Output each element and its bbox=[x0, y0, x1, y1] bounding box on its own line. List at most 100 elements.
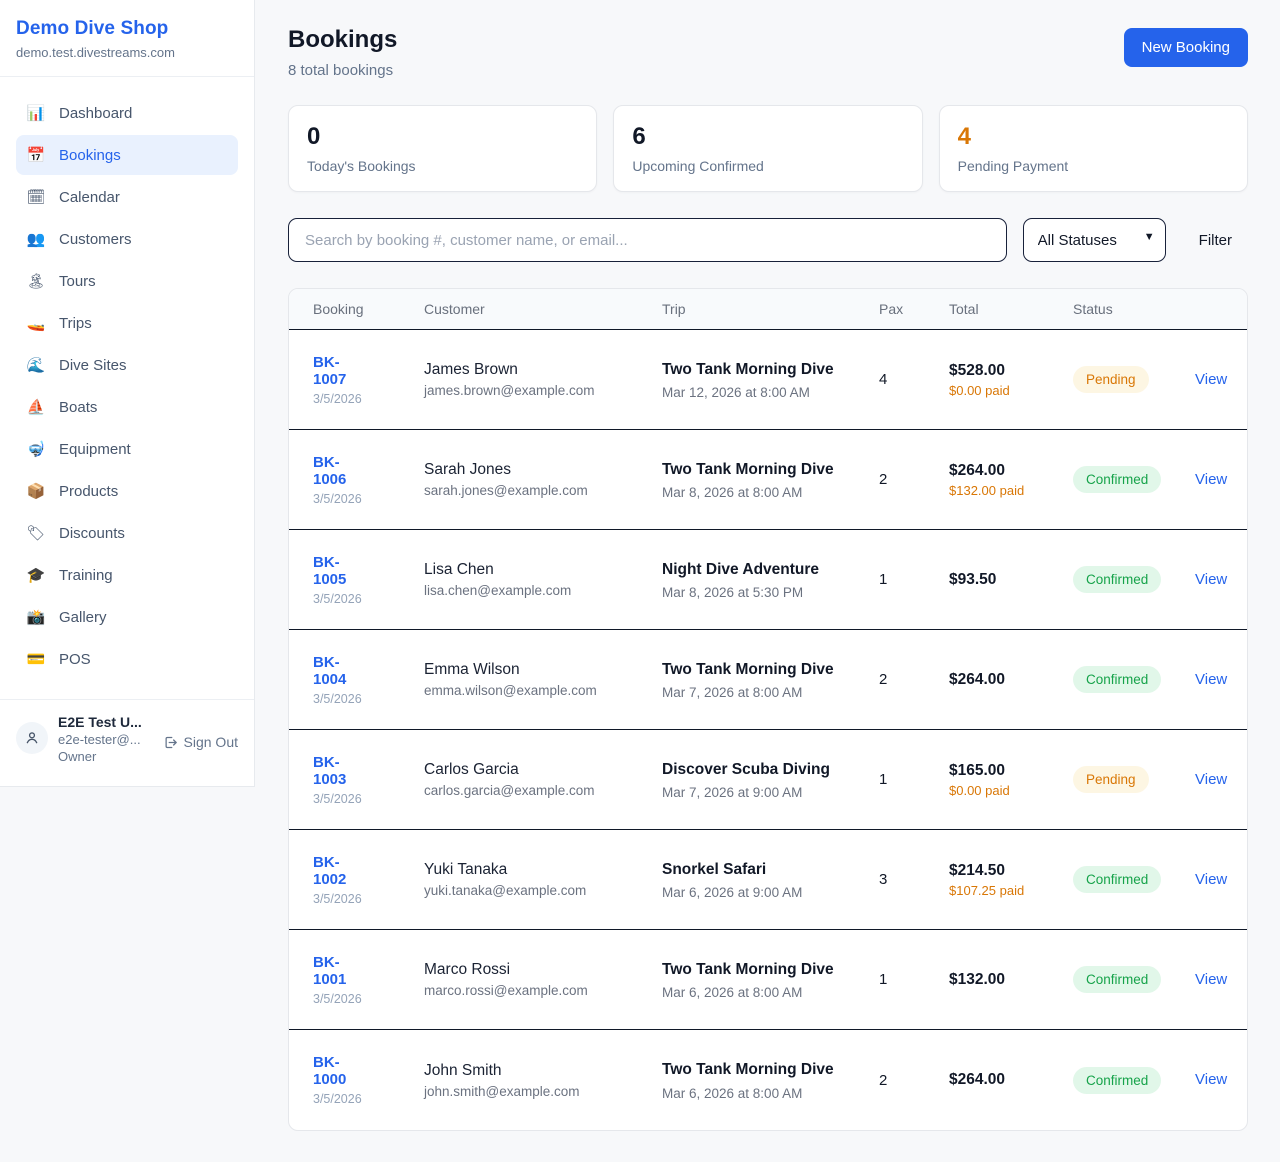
trip-name: Two Tank Morning Dive bbox=[662, 1059, 865, 1081]
booking-date: 3/5/2026 bbox=[313, 992, 410, 1006]
person-icon bbox=[24, 730, 40, 746]
user-meta: E2E Test U... e2e-tester@... Owner bbox=[58, 714, 153, 764]
booking-number-link[interactable]: BK-1001 bbox=[313, 954, 373, 988]
actions-cell: View bbox=[1195, 871, 1241, 889]
sidebar-item-discounts[interactable]: 🏷 Discounts bbox=[16, 513, 238, 553]
pax-cell: 4 bbox=[879, 371, 949, 388]
total-amount: $132.00 bbox=[949, 971, 1059, 989]
view-link[interactable]: View bbox=[1195, 671, 1227, 688]
table-row: BK-1001 3/5/2026 Marco Rossi marco.rossi… bbox=[289, 930, 1247, 1030]
sign-out-button[interactable]: Sign Out bbox=[163, 734, 238, 750]
view-link[interactable]: View bbox=[1195, 571, 1227, 588]
customer-name: John Smith bbox=[424, 1062, 648, 1080]
table-row: BK-1000 3/5/2026 John Smith john.smith@e… bbox=[289, 1030, 1247, 1130]
customer-cell: Sarah Jones sarah.jones@example.com bbox=[424, 461, 662, 498]
stat-value: 0 bbox=[307, 123, 578, 151]
column-header-total: Total bbox=[949, 301, 1073, 317]
stat-value: 6 bbox=[632, 123, 903, 151]
filter-button[interactable]: Filter bbox=[1199, 232, 1232, 249]
booking-date: 3/5/2026 bbox=[313, 592, 410, 606]
sidebar-item-tours[interactable]: 🏝 Tours bbox=[16, 261, 238, 301]
customer-name: Carlos Garcia bbox=[424, 761, 648, 779]
booking-number-link[interactable]: BK-1000 bbox=[313, 1054, 373, 1088]
booking-number-link[interactable]: BK-1002 bbox=[313, 854, 373, 888]
actions-cell: View bbox=[1195, 471, 1241, 489]
sidebar-item-gallery[interactable]: 📸 Gallery bbox=[16, 597, 238, 637]
island-icon: 🏝 bbox=[26, 272, 46, 290]
trip-name: Snorkel Safari bbox=[662, 859, 865, 881]
customer-email: yuki.tanaka@example.com bbox=[424, 883, 648, 898]
new-booking-button[interactable]: New Booking bbox=[1124, 28, 1248, 67]
pax-cell: 1 bbox=[879, 571, 949, 588]
sidebar-item-trips[interactable]: 🚤 Trips bbox=[16, 303, 238, 343]
sidebar-item-label: Bookings bbox=[59, 147, 121, 164]
sidebar-item-products[interactable]: 📦 Products bbox=[16, 471, 238, 511]
user-section: E2E Test U... e2e-tester@... Owner Sign … bbox=[0, 699, 254, 776]
customer-email: lisa.chen@example.com bbox=[424, 583, 648, 598]
view-link[interactable]: View bbox=[1195, 371, 1227, 388]
customer-cell: Lisa Chen lisa.chen@example.com bbox=[424, 561, 662, 598]
sailboat-icon: ⛵ bbox=[26, 398, 46, 416]
sidebar-item-label: Products bbox=[59, 483, 118, 500]
customer-email: carlos.garcia@example.com bbox=[424, 783, 648, 798]
view-link[interactable]: View bbox=[1195, 871, 1227, 888]
view-link[interactable]: View bbox=[1195, 771, 1227, 788]
trip-name: Two Tank Morning Dive bbox=[662, 659, 865, 681]
status-badge: Confirmed bbox=[1073, 466, 1161, 493]
booking-cell: BK-1006 3/5/2026 bbox=[313, 454, 424, 506]
trip-name: Two Tank Morning Dive bbox=[662, 459, 865, 481]
customer-name: Lisa Chen bbox=[424, 561, 648, 579]
trip-datetime: Mar 7, 2026 at 8:00 AM bbox=[662, 685, 865, 700]
sidebar-item-bookings[interactable]: 📅 Bookings bbox=[16, 135, 238, 175]
user-name: E2E Test U... bbox=[58, 714, 153, 730]
view-link[interactable]: View bbox=[1195, 1071, 1227, 1088]
sidebar-item-training[interactable]: 🎓 Training bbox=[16, 555, 238, 595]
brand-header: Demo Dive Shop demo.test.divestreams.com bbox=[0, 0, 254, 77]
trip-datetime: Mar 6, 2026 at 8:00 AM bbox=[662, 1086, 865, 1101]
wave-icon: 🌊 bbox=[26, 356, 46, 374]
booking-number-link[interactable]: BK-1005 bbox=[313, 554, 373, 588]
booking-number-link[interactable]: BK-1007 bbox=[313, 354, 373, 388]
status-badge: Confirmed bbox=[1073, 966, 1161, 993]
customer-name: Yuki Tanaka bbox=[424, 861, 648, 879]
booking-number-link[interactable]: BK-1003 bbox=[313, 754, 373, 788]
sidebar-item-customers[interactable]: 👥 Customers bbox=[16, 219, 238, 259]
stat-label: Pending Payment bbox=[958, 158, 1229, 174]
booking-number-link[interactable]: BK-1006 bbox=[313, 454, 373, 488]
sidebar-item-dive-sites[interactable]: 🌊 Dive Sites bbox=[16, 345, 238, 385]
pax-cell: 2 bbox=[879, 471, 949, 488]
stat-label: Upcoming Confirmed bbox=[632, 158, 903, 174]
tag-icon: 🏷 bbox=[26, 524, 46, 542]
view-link[interactable]: View bbox=[1195, 971, 1227, 988]
trip-datetime: Mar 8, 2026 at 8:00 AM bbox=[662, 485, 865, 500]
search-input[interactable] bbox=[288, 218, 1007, 262]
booking-number-link[interactable]: BK-1004 bbox=[313, 654, 373, 688]
trip-cell: Two Tank Morning Dive Mar 6, 2026 at 8:0… bbox=[662, 959, 879, 1000]
page-header-text: Bookings 8 total bookings bbox=[288, 26, 397, 79]
amount-paid: $107.25 paid bbox=[949, 883, 1029, 898]
graduation-cap-icon: 🎓 bbox=[26, 566, 46, 584]
sidebar-item-pos[interactable]: 💳 POS bbox=[16, 639, 238, 679]
booking-date: 3/5/2026 bbox=[313, 792, 410, 806]
actions-cell: View bbox=[1195, 771, 1241, 789]
sidebar-item-calendar[interactable]: 🗓 Calendar bbox=[16, 177, 238, 217]
table-body: BK-1007 3/5/2026 James Brown james.brown… bbox=[289, 330, 1247, 1130]
status-cell: Confirmed bbox=[1073, 866, 1195, 893]
customer-cell: Emma Wilson emma.wilson@example.com bbox=[424, 661, 662, 698]
calendar-date-icon: 📅 bbox=[26, 146, 46, 164]
customer-email: james.brown@example.com bbox=[424, 383, 648, 398]
sidebar-item-label: POS bbox=[59, 651, 91, 668]
status-select[interactable]: All Statuses bbox=[1023, 218, 1166, 262]
customer-email: sarah.jones@example.com bbox=[424, 483, 648, 498]
status-cell: Confirmed bbox=[1073, 466, 1195, 493]
sidebar-item-boats[interactable]: ⛵ Boats bbox=[16, 387, 238, 427]
total-amount: $528.00 bbox=[949, 362, 1059, 380]
trip-cell: Snorkel Safari Mar 6, 2026 at 9:00 AM bbox=[662, 859, 879, 900]
trip-datetime: Mar 6, 2026 at 8:00 AM bbox=[662, 985, 865, 1000]
view-link[interactable]: View bbox=[1195, 471, 1227, 488]
sidebar-item-dashboard[interactable]: 📊 Dashboard bbox=[16, 93, 238, 133]
status-badge: Pending bbox=[1073, 766, 1149, 793]
amount-paid: $0.00 paid bbox=[949, 383, 1029, 398]
brand-domain: demo.test.divestreams.com bbox=[16, 45, 238, 60]
sidebar-item-equipment[interactable]: 🤿 Equipment bbox=[16, 429, 238, 469]
